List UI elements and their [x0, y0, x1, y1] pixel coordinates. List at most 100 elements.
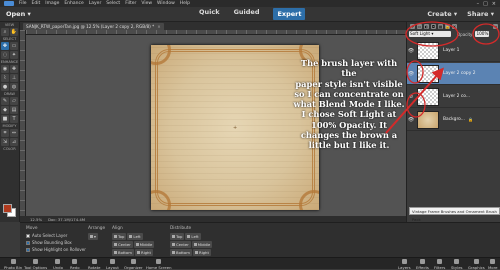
rotate-button[interactable]: Rotate — [88, 258, 100, 270]
layer-row[interactable]: 👁 Backgro... 🔒 — [407, 109, 500, 131]
mode-expert[interactable]: Expert — [273, 8, 306, 20]
mode-quick[interactable]: Quick — [199, 8, 220, 20]
rotate-icon — [91, 259, 97, 264]
mode-guided[interactable]: Guided — [234, 8, 260, 20]
blur-tool-icon[interactable]: ● — [1, 83, 9, 91]
graphics-button[interactable]: Graphics — [468, 258, 485, 270]
crop-tool-icon[interactable]: ⌗ — [1, 129, 9, 137]
menu-window[interactable]: Window — [157, 1, 175, 6]
visibility-eye-icon[interactable]: 👁 — [407, 71, 415, 77]
panel-menu-icon[interactable]: ≡ — [493, 23, 498, 29]
brush-tool-icon[interactable]: ✎ — [1, 97, 9, 105]
magic-wand-tool-icon[interactable]: ✦ — [10, 51, 18, 59]
zoom-readout[interactable]: 12.5% — [30, 217, 42, 222]
layers-button[interactable]: Layers — [398, 258, 411, 270]
spot-heal-tool-icon[interactable]: ✚ — [10, 65, 18, 73]
visibility-eye-icon[interactable]: 👁 — [407, 48, 415, 54]
document-tab-row: SANJK_RTW_paperTan.jpg @ 12.5% (Layer 2 … — [20, 22, 406, 30]
menu-view[interactable]: View — [141, 1, 152, 6]
home-screen-button[interactable]: Home Screen — [146, 258, 171, 270]
align-left-button[interactable]: Left — [127, 233, 143, 240]
eraser-tool-icon[interactable]: ▱ — [10, 97, 18, 105]
opacity-field[interactable]: 100% — [475, 31, 490, 37]
close-window-button[interactable]: × — [492, 1, 496, 7]
foreground-color-swatch[interactable] — [3, 204, 12, 213]
layout-button[interactable]: Layout — [106, 258, 119, 270]
hand-tool-icon[interactable]: ✋ — [10, 28, 18, 36]
align-right-button[interactable]: Right — [134, 249, 153, 256]
menu-image[interactable]: Image — [45, 1, 59, 6]
menu-filter[interactable]: Filter — [125, 1, 136, 6]
align-options: Align Top Left Center Middle Bottom Right — [112, 226, 155, 257]
delete-layer-icon[interactable]: ✕ — [452, 23, 457, 29]
maximize-button[interactable]: □ — [483, 1, 488, 7]
styles-button[interactable]: Styles — [451, 258, 463, 270]
highlight-rollover-checkbox[interactable]: Show Highlight on Rollover — [26, 247, 86, 252]
organizer-button[interactable]: Organizer — [124, 258, 143, 270]
visibility-eye-icon[interactable]: 👁 — [407, 117, 415, 123]
organizer-icon — [130, 259, 136, 264]
new-group-icon[interactable]: ▭ — [417, 23, 422, 29]
paint-bucket-tool-icon[interactable]: ◆ — [1, 106, 9, 114]
layers-icon — [401, 259, 407, 264]
sponge-tool-icon[interactable]: ◍ — [10, 83, 18, 91]
straighten-tool-icon[interactable]: ⊿ — [10, 138, 18, 146]
content-move-tool-icon[interactable]: ⇲ — [1, 138, 9, 146]
align-center-button[interactable]: Center — [112, 241, 133, 248]
smart-brush-tool-icon[interactable]: ⌇ — [1, 74, 9, 82]
lock-all-icon[interactable]: 🔒 — [445, 23, 450, 29]
close-tab-icon[interactable]: × — [157, 24, 161, 29]
distribute-left-button[interactable]: Left — [185, 233, 201, 240]
layer-row[interactable]: 👁 Layer 1 — [407, 40, 500, 62]
lock-transparent-icon[interactable]: ▦ — [438, 23, 443, 29]
tool-options-button[interactable]: Tool Options — [24, 258, 47, 270]
move-tool-icon[interactable]: ✥ — [1, 42, 9, 50]
distribute-center-button[interactable]: Center — [170, 241, 191, 248]
blend-mode-select[interactable]: Soft Light ▾ — [409, 31, 451, 37]
align-bottom-button[interactable]: Bottom — [112, 249, 134, 256]
eye-tool-icon[interactable]: ◉ — [1, 65, 9, 73]
marquee-tool-icon[interactable]: ▭ — [10, 42, 18, 50]
zoom-tool-icon[interactable]: ⌕ — [1, 28, 9, 36]
redo-button[interactable]: Redo — [70, 258, 80, 270]
adjustment-layer-icon[interactable]: ◐ — [424, 23, 429, 29]
distribute-right-button[interactable]: Right — [192, 249, 211, 256]
clone-stamp-tool-icon[interactable]: ⊥ — [10, 74, 18, 82]
document-tab[interactable]: SANJK_RTW_paperTan.jpg @ 12.5% (Layer 2 … — [23, 22, 164, 30]
effects-button[interactable]: Effects — [416, 258, 429, 270]
recompose-tool-icon[interactable]: ⇔ — [10, 129, 18, 137]
new-layer-icon[interactable]: + — [410, 23, 415, 29]
minimize-button[interactable]: – — [477, 1, 480, 7]
gradient-tool-icon[interactable]: ▤ — [10, 106, 18, 114]
align-top-button[interactable]: Top — [112, 233, 127, 240]
menu-edit[interactable]: Edit — [32, 1, 41, 6]
menu-select[interactable]: Select — [106, 1, 120, 6]
undo-button[interactable]: Undo — [53, 258, 63, 270]
distribute-middle-button[interactable]: Middle — [191, 241, 213, 248]
open-button[interactable]: Open ▾ — [6, 10, 31, 18]
layer-row-selected[interactable]: 👁 Layer 2 copy 2 — [407, 63, 500, 85]
share-button[interactable]: Share ▾ — [467, 10, 494, 18]
menu-layer[interactable]: Layer — [89, 1, 102, 6]
type-tool-icon[interactable]: T — [10, 115, 18, 123]
annotation-text: The brush layer with the paper style isn… — [293, 58, 405, 151]
menu-enhance[interactable]: Enhance — [64, 1, 83, 6]
create-button[interactable]: Create ▾ — [427, 10, 457, 18]
align-middle-button[interactable]: Middle — [133, 241, 155, 248]
auto-select-checkbox[interactable]: Auto Select Layer — [26, 233, 86, 238]
shape-tool-icon[interactable]: ■ — [1, 115, 9, 123]
bounding-box-checkbox[interactable]: Show Bounding Box — [26, 240, 86, 245]
layer-row[interactable]: ⊘ Layer 2 co... — [407, 86, 500, 108]
menu-help[interactable]: Help — [180, 1, 190, 6]
more-button[interactable]: More — [488, 258, 497, 270]
photo-bin-button[interactable]: Photo Bin — [4, 258, 22, 270]
layer-mask-icon[interactable]: ◘ — [431, 23, 436, 29]
visibility-hidden-icon[interactable]: ⊘ — [407, 94, 415, 100]
distribute-top-button[interactable]: Top — [170, 233, 185, 240]
filters-button[interactable]: Filters — [434, 258, 445, 270]
arrange-button[interactable]: ▾ — [88, 233, 98, 240]
arrange-label: Arrange — [88, 226, 106, 231]
menu-file[interactable]: File — [19, 1, 27, 6]
lasso-tool-icon[interactable]: ◌ — [1, 51, 9, 59]
distribute-bottom-button[interactable]: Bottom — [170, 249, 192, 256]
